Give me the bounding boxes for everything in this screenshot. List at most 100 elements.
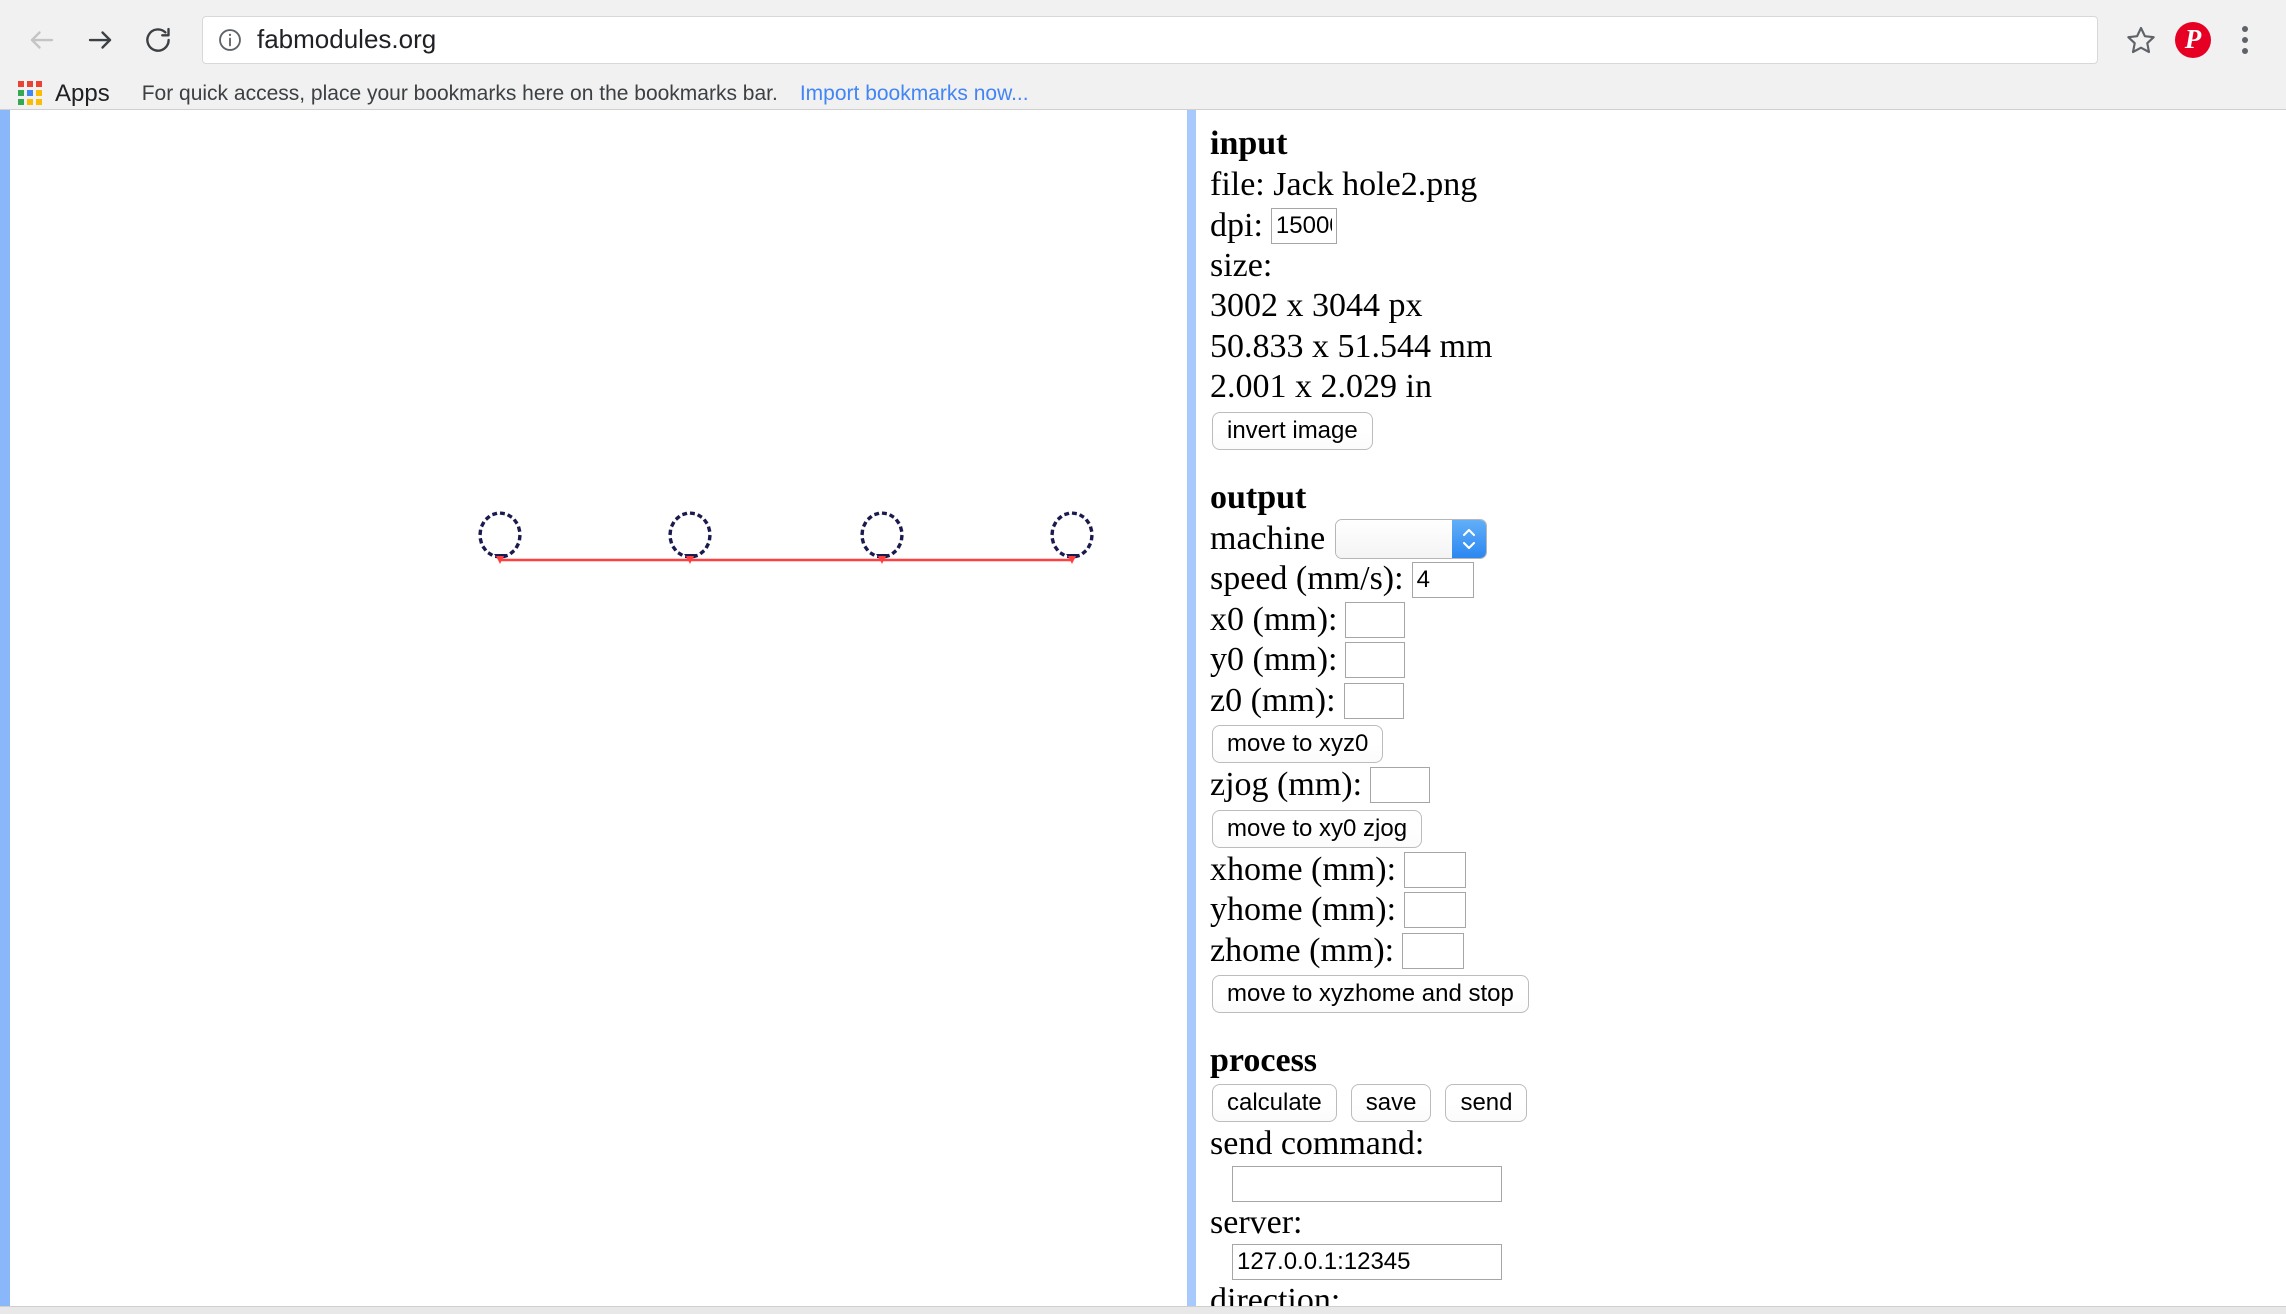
apps-grid-cell-5 <box>36 90 42 96</box>
move-xyz0-row: move to xyz0 <box>1212 725 2286 764</box>
move-xyzhome-row: move to xyzhome and stop <box>1212 974 2286 1013</box>
direction-label: direction: <box>1210 1281 1341 1306</box>
apps-grid-cell-1 <box>27 81 33 87</box>
send-command-label: send command: <box>1210 1125 1425 1163</box>
z0-row: z0 (mm): <box>1210 681 2286 721</box>
forward-arrow-icon[interactable] <box>76 16 124 64</box>
size-px-text: 3002 x 3044 px <box>1210 287 1423 325</box>
zjog-input[interactable] <box>1370 767 1431 804</box>
pinterest-extension-icon[interactable]: P <box>2170 17 2216 63</box>
y0-label: y0 (mm): <box>1210 641 1338 679</box>
dpi-label: dpi: <box>1210 206 1263 244</box>
url-text: fabmodules.org <box>257 24 437 54</box>
xhome-row: xhome (mm): <box>1210 850 2286 890</box>
address-bar[interactable]: fabmodules.org <box>202 15 2098 64</box>
apps-grid-cell-8 <box>36 99 42 105</box>
dpi-row: dpi: <box>1210 206 2286 246</box>
output-section-title: output <box>1210 478 1307 516</box>
machine-select-value <box>1336 520 1453 559</box>
input-section-title: input <box>1210 125 1288 162</box>
size-mm-text: 50.833 x 51.544 mm <box>1210 327 1493 365</box>
dpi-input[interactable] <box>1270 207 1337 244</box>
page-body: input file: Jack hole2.png dpi: size: 30… <box>0 110 2286 1314</box>
apps-grid-cell-0 <box>18 81 24 87</box>
process-buttons-row: calculate save send <box>1212 1084 2286 1123</box>
zjog-label: zjog (mm): <box>1210 766 1363 804</box>
toolpath-drawing <box>478 511 1094 564</box>
zjog-row: zjog (mm): <box>1210 765 2286 805</box>
move-to-xyzhome-and-stop-button[interactable]: move to xyzhome and stop <box>1212 974 1529 1013</box>
process-section-title: process <box>1210 1041 1318 1079</box>
panel-divider <box>1187 110 1196 1306</box>
save-button[interactable]: save <box>1350 1084 1432 1123</box>
server-input-row <box>1210 1243 2286 1281</box>
size-px-row: 3002 x 3044 px <box>1210 286 2286 326</box>
machine-row: machine <box>1210 519 2286 560</box>
apps-grid-icon[interactable] <box>18 81 44 107</box>
send-command-input[interactable] <box>1232 1165 1502 1202</box>
server-input[interactable] <box>1232 1243 1502 1280</box>
bookmark-star-icon[interactable] <box>2118 17 2164 63</box>
zhome-input[interactable] <box>1402 932 1465 969</box>
xhome-input[interactable] <box>1404 851 1467 888</box>
speed-input[interactable] <box>1411 561 1474 598</box>
server-label-row: server: <box>1210 1203 2286 1243</box>
invert-image-button[interactable]: invert image <box>1212 411 1373 450</box>
chevron-updown-icon <box>1452 520 1487 559</box>
browser-chrome: fabmodules.org P Apps For quick access, … <box>0 0 2286 110</box>
pinterest-glyph: P <box>2175 21 2211 58</box>
z0-input[interactable] <box>1343 682 1404 719</box>
calculate-button[interactable]: calculate <box>1212 1084 1337 1123</box>
size-mm-row: 50.833 x 51.544 mm <box>1210 327 2286 367</box>
reload-icon[interactable] <box>134 16 182 64</box>
zhome-label: zhome (mm): <box>1210 931 1395 969</box>
apps-label[interactable]: Apps <box>55 80 110 108</box>
move-to-xyz0-button[interactable]: move to xyz0 <box>1212 725 1384 764</box>
left-blue-rail <box>0 110 10 1306</box>
machine-select[interactable] <box>1335 519 1488 560</box>
toolpath-canvas[interactable] <box>10 110 1187 1306</box>
size-in-text: 2.001 x 2.029 in <box>1210 368 1432 406</box>
yhome-input[interactable] <box>1404 892 1467 929</box>
bookmarks-bar: Apps For quick access, place your bookma… <box>0 79 2286 110</box>
move-to-xy0-zjog-button[interactable]: move to xy0 zjog <box>1212 809 1423 848</box>
apps-grid-cell-3 <box>18 90 24 96</box>
send-button[interactable]: send <box>1445 1084 1528 1123</box>
send-command-input-row <box>1210 1165 2286 1203</box>
input-file-text: file: Jack hole2.png <box>1210 166 1478 204</box>
toolpath-circle-3 <box>1050 511 1094 564</box>
browser-toolbar: fabmodules.org P <box>0 0 2286 79</box>
zhome-row: zhome (mm): <box>1210 931 2286 971</box>
apps-grid-cell-4 <box>27 90 33 96</box>
server-label: server: <box>1210 1203 1303 1241</box>
invert-image-row: invert image <box>1212 411 2286 450</box>
send-command-label-row: send command: <box>1210 1124 2286 1164</box>
z0-label: z0 (mm): <box>1210 681 1336 719</box>
speed-label: speed (mm/s): <box>1210 560 1404 598</box>
input-file-line: file: Jack hole2.png <box>1210 165 2286 205</box>
x0-row: x0 (mm): <box>1210 600 2286 640</box>
direction-label-row: direction: <box>1210 1281 2286 1306</box>
control-panel: input file: Jack hole2.png dpi: size: 30… <box>1196 110 2286 1306</box>
yhome-label: yhome (mm): <box>1210 891 1397 929</box>
bookmarks-hint-text: For quick access, place your bookmarks h… <box>141 82 778 105</box>
xhome-label: xhome (mm): <box>1210 850 1397 888</box>
import-bookmarks-link[interactable]: Import bookmarks now... <box>800 82 1029 106</box>
three-dot-menu-icon[interactable] <box>2222 17 2268 63</box>
apps-grid-cell-6 <box>18 99 24 105</box>
x0-input[interactable] <box>1345 602 1406 639</box>
y0-input[interactable] <box>1345 642 1406 679</box>
window-bottom-strip <box>0 1306 2286 1314</box>
x0-label: x0 (mm): <box>1210 600 1338 638</box>
apps-grid-cell-2 <box>36 81 42 87</box>
apps-grid-cell-7 <box>27 99 33 105</box>
size-in-row: 2.001 x 2.029 in <box>1210 367 2286 407</box>
move-xy0-zjog-row: move to xy0 zjog <box>1212 809 2286 848</box>
y0-row: y0 (mm): <box>1210 640 2286 680</box>
size-label-row: size: <box>1210 246 2286 286</box>
yhome-row: yhome (mm): <box>1210 890 2286 930</box>
site-info-icon[interactable] <box>217 27 243 53</box>
size-label: size: <box>1210 247 1273 284</box>
back-arrow-icon[interactable] <box>18 16 66 64</box>
toolpath-circle-0 <box>478 511 522 564</box>
